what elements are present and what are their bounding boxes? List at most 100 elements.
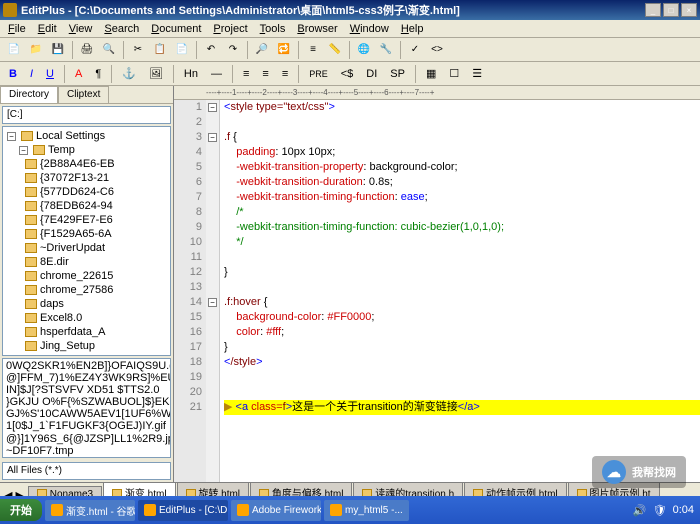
underline-button[interactable]: U bbox=[41, 65, 59, 83]
list-item[interactable]: 0WQ2SKR1%EN2B]}OFAIQS9U.gif bbox=[4, 360, 169, 372]
code-line[interactable]: */ bbox=[224, 235, 700, 250]
menu-tools[interactable]: Tools bbox=[254, 22, 292, 36]
fold-icon[interactable]: − bbox=[208, 133, 217, 142]
tree-folder[interactable]: chrome_27586 bbox=[5, 283, 168, 297]
tree-folder[interactable]: chrome_22615 bbox=[5, 269, 168, 283]
list-item[interactable]: 1[0$J_1`F1FUGKF3{OGEJ)IY.gif bbox=[4, 420, 169, 432]
tree-temp[interactable]: − Temp bbox=[5, 143, 168, 157]
code-line[interactable] bbox=[224, 115, 700, 130]
code-line[interactable] bbox=[224, 385, 700, 400]
tree-folder[interactable]: {2B88A4E6-EB bbox=[5, 157, 168, 171]
tree-folder[interactable]: Jing_Setup bbox=[5, 339, 168, 353]
anchor-icon[interactable]: ⚓ bbox=[117, 65, 141, 83]
list-item[interactable]: @}]1Y96S_6{@JZSP]LL1%2R9.jpg bbox=[4, 433, 169, 445]
code-line[interactable]: <style type="text/css"> bbox=[224, 100, 700, 115]
hr-icon[interactable]: — bbox=[206, 65, 227, 83]
list-item[interactable]: }GKJU O%F{%SZWABUOL]$}EK.jpg bbox=[4, 396, 169, 408]
drive-select[interactable]: [C:] bbox=[2, 106, 171, 124]
align-center-icon[interactable]: ≡ bbox=[257, 65, 273, 83]
nbsp-icon[interactable]: ¶ bbox=[90, 65, 106, 83]
minimize-button[interactable]: _ bbox=[645, 3, 661, 17]
code-line[interactable]: background-color: #FF0000; bbox=[224, 310, 700, 325]
close-button[interactable]: × bbox=[681, 3, 697, 17]
align-left-icon[interactable]: ≡ bbox=[238, 65, 254, 83]
file-list[interactable]: 0WQ2SKR1%EN2B]}OFAIQS9U.gif@]FFM_7)1%EZ4… bbox=[2, 358, 171, 458]
tab-cliptext[interactable]: Cliptext bbox=[58, 86, 109, 103]
tray-icon[interactable]: 🔊 bbox=[633, 504, 647, 517]
taskbar-item[interactable]: 渐变.html - 谷歌... bbox=[45, 500, 135, 521]
code-line[interactable]: -webkit-transition-timing-function: ease… bbox=[224, 190, 700, 205]
code-line[interactable]: } bbox=[224, 265, 700, 280]
tree-folder[interactable]: Excel8.0 bbox=[5, 311, 168, 325]
browser-icon[interactable]: 🌐 bbox=[354, 40, 374, 60]
list-item[interactable]: IN]$J[?STSVFV XD51 $TTS2.0 bbox=[4, 384, 169, 396]
image-icon[interactable]: 🖼 bbox=[144, 65, 168, 83]
list-item[interactable]: GJ%S'10CAWW5AEV1[1UF6%W.jpg bbox=[4, 408, 169, 420]
filter-select[interactable]: All Files (*.*) bbox=[2, 462, 171, 480]
form-icon[interactable]: ☐ bbox=[444, 65, 464, 83]
undo-icon[interactable]: ↶ bbox=[201, 40, 221, 60]
code-line[interactable]: .f:hover { bbox=[224, 295, 700, 310]
menu-browser[interactable]: Browser bbox=[291, 22, 343, 36]
tool-icon[interactable]: 🔧 bbox=[376, 40, 396, 60]
list-item[interactable]: ~DF11CE.tmp bbox=[4, 457, 169, 458]
preview-icon[interactable]: 🔍 bbox=[99, 40, 119, 60]
system-tray[interactable]: 🔊 🛡 0:04 bbox=[627, 504, 700, 517]
taskbar-item[interactable]: my_html5 -... bbox=[324, 500, 409, 521]
save-icon[interactable]: 💾 bbox=[48, 40, 68, 60]
wordwrap-icon[interactable]: ≡ bbox=[303, 40, 323, 60]
start-button[interactable]: 开始 bbox=[0, 499, 42, 521]
cut-icon[interactable]: ✂ bbox=[128, 40, 148, 60]
di-button[interactable]: DI bbox=[361, 65, 382, 83]
menu-window[interactable]: Window bbox=[344, 22, 395, 36]
code-line[interactable]: </style> bbox=[224, 355, 700, 370]
tag-icon[interactable]: <> bbox=[427, 40, 447, 60]
code-line[interactable]: padding: 10px 10px; bbox=[224, 145, 700, 160]
list-item[interactable]: ~DF10F7.tmp bbox=[4, 445, 169, 457]
new-file-icon[interactable]: 📄 bbox=[4, 40, 24, 60]
code-line[interactable]: -webkit-transition-timing-function: cubi… bbox=[224, 220, 700, 235]
fold-icon[interactable]: − bbox=[208, 298, 217, 307]
redo-icon[interactable]: ↷ bbox=[223, 40, 243, 60]
list-icon[interactable]: ☰ bbox=[467, 65, 487, 83]
collapse-icon[interactable]: − bbox=[7, 132, 16, 141]
taskbar-item[interactable]: EditPlus - [C:\D... bbox=[138, 500, 228, 521]
menu-document[interactable]: Document bbox=[145, 22, 207, 36]
pre-button[interactable]: PRE bbox=[304, 65, 333, 83]
list-item[interactable]: @]FFM_7)1%EZ4Y3WK9RS]%EU.0 bbox=[4, 372, 169, 384]
align-right-icon[interactable]: ≡ bbox=[277, 65, 293, 83]
code-line[interactable]: -webkit-transition-property: background-… bbox=[224, 160, 700, 175]
open-icon[interactable]: 📁 bbox=[26, 40, 46, 60]
menu-view[interactable]: View bbox=[63, 22, 99, 36]
code-line[interactable] bbox=[224, 280, 700, 295]
tree-folder[interactable]: ~DriverUpdat bbox=[5, 241, 168, 255]
menu-edit[interactable]: Edit bbox=[32, 22, 63, 36]
tray-icon[interactable]: 🛡 bbox=[653, 504, 667, 517]
find-icon[interactable]: 🔎 bbox=[252, 40, 272, 60]
tree-root[interactable]: − Local Settings bbox=[5, 129, 168, 143]
tree-folder[interactable]: daps bbox=[5, 297, 168, 311]
code-line[interactable]: color: #fff; bbox=[224, 325, 700, 340]
print-icon[interactable]: 🖨 bbox=[77, 40, 97, 60]
lt-button[interactable]: <$ bbox=[336, 65, 359, 83]
replace-icon[interactable]: 🔁 bbox=[274, 40, 294, 60]
paste-icon[interactable]: 📄 bbox=[172, 40, 192, 60]
code-line[interactable]: .f { bbox=[224, 130, 700, 145]
code-editor[interactable]: 123456789101112131415161718192021 − − − … bbox=[174, 100, 700, 482]
table-icon[interactable]: ▦ bbox=[421, 65, 441, 83]
code-line[interactable] bbox=[224, 370, 700, 385]
fold-icon[interactable]: − bbox=[208, 103, 217, 112]
menu-project[interactable]: Project bbox=[207, 22, 253, 36]
code-line[interactable] bbox=[224, 250, 700, 265]
bold-button[interactable]: B bbox=[4, 65, 22, 83]
collapse-icon[interactable]: − bbox=[19, 146, 28, 155]
taskbar-item[interactable]: Adobe Fireworks ... bbox=[231, 500, 321, 521]
tree-folder[interactable]: {7E429FE7-E6 bbox=[5, 213, 168, 227]
copy-icon[interactable]: 📋 bbox=[150, 40, 170, 60]
tree-folder[interactable]: LiveUpdate bbox=[5, 353, 168, 356]
tree-folder[interactable]: 8E.dir bbox=[5, 255, 168, 269]
menu-file[interactable]: File bbox=[2, 22, 32, 36]
font-color-icon[interactable]: A bbox=[70, 65, 87, 83]
italic-button[interactable]: I bbox=[25, 65, 38, 83]
sp-button[interactable]: SP bbox=[385, 65, 410, 83]
